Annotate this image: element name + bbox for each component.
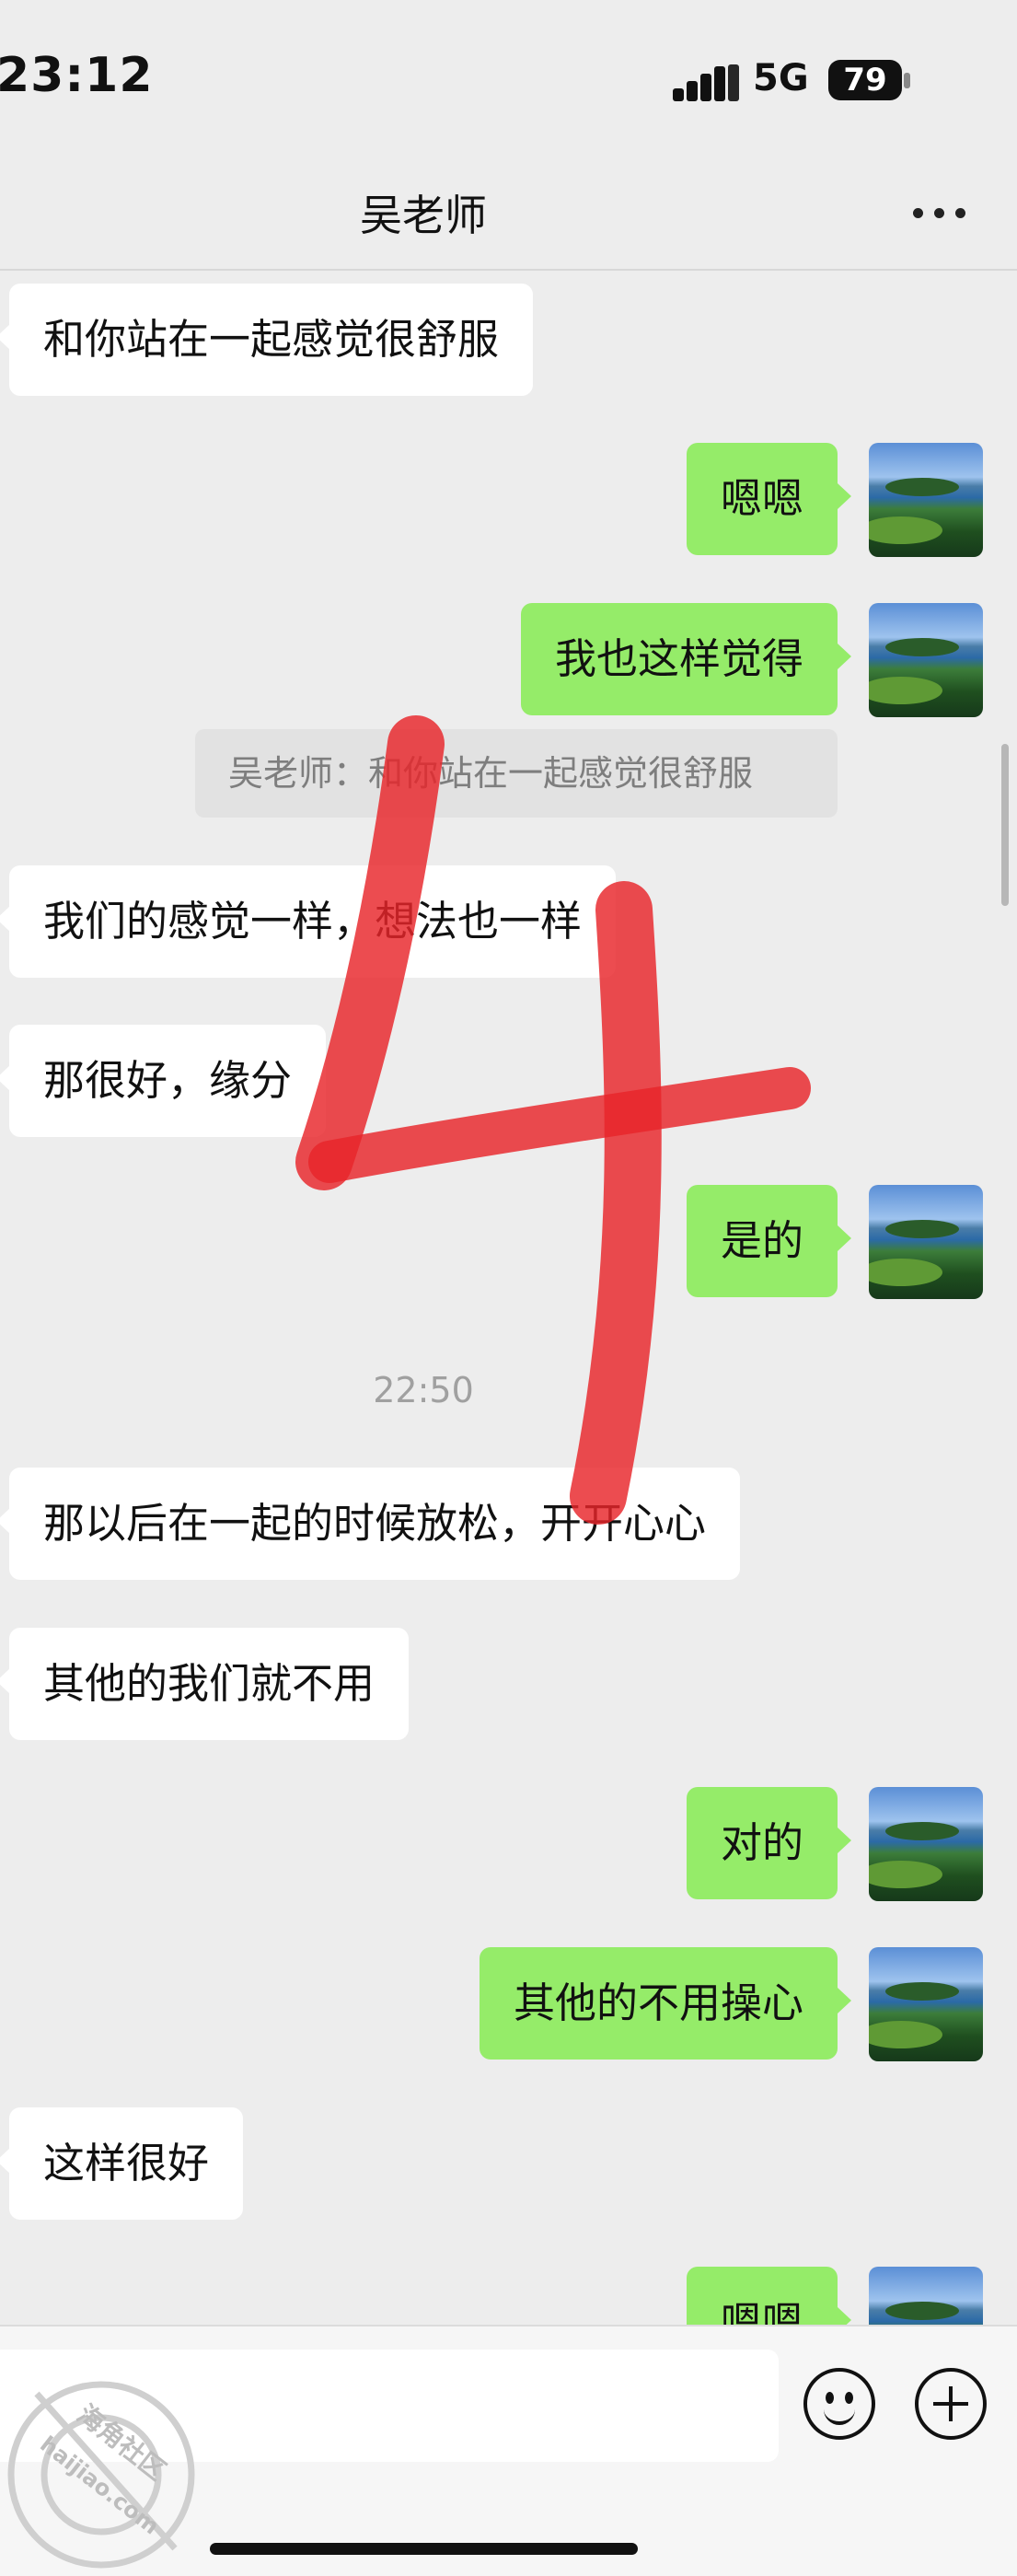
avatar[interactable]: [869, 443, 983, 557]
message-bubble-received[interactable]: 和你站在一起感觉很舒服: [0, 284, 534, 396]
annotation-stroke-2: [308, 1067, 811, 1183]
message-bubble-sent[interactable]: 我也这样觉得: [520, 603, 852, 715]
message-bubble-received[interactable]: 那以后在一起的时候放松，开开心心: [0, 1468, 741, 1580]
signal-icon: [673, 64, 739, 101]
message-timestamp: 22:50: [373, 1370, 474, 1410]
home-indicator[interactable]: [210, 2543, 638, 2555]
avatar[interactable]: [869, 1185, 983, 1299]
quoted-message[interactable]: 吴老师：和你站在一起感觉很舒服: [195, 729, 838, 818]
more-options-button[interactable]: [911, 188, 968, 234]
emoji-button[interactable]: [803, 2368, 875, 2440]
message-bubble-sent[interactable]: 对的: [686, 1787, 852, 1899]
message-bubble-received[interactable]: 这样很好: [0, 2107, 244, 2220]
message-bubble-received[interactable]: 那很好，缘分: [0, 1025, 327, 1137]
scrollbar[interactable]: [1001, 744, 1009, 906]
watermark-logo: 海角社区 haijiao.com: [7, 2381, 195, 2569]
message-bubble-sent[interactable]: 其他的不用操心: [479, 1947, 852, 2060]
avatar[interactable]: [869, 603, 983, 717]
avatar[interactable]: [869, 1947, 983, 2061]
avatar[interactable]: [869, 1787, 983, 1901]
chat-title: 吴老师: [360, 191, 487, 240]
message-bubble-received[interactable]: 其他的我们就不用: [0, 1628, 410, 1740]
status-bar: 23:12 5G 79: [0, 0, 1017, 157]
battery-tip: [904, 73, 910, 88]
status-time: 23:12: [0, 48, 154, 103]
chat-header: 吴老师: [0, 157, 1017, 271]
plus-button[interactable]: [915, 2368, 987, 2440]
message-bubble-sent[interactable]: 嗯嗯: [686, 443, 852, 555]
network-type: 5G: [753, 57, 809, 99]
battery-icon: 79: [828, 60, 902, 100]
message-bubble-received[interactable]: 我们的感觉一样，想法也一样: [0, 865, 617, 978]
message-bubble-sent[interactable]: 是的: [686, 1185, 852, 1297]
